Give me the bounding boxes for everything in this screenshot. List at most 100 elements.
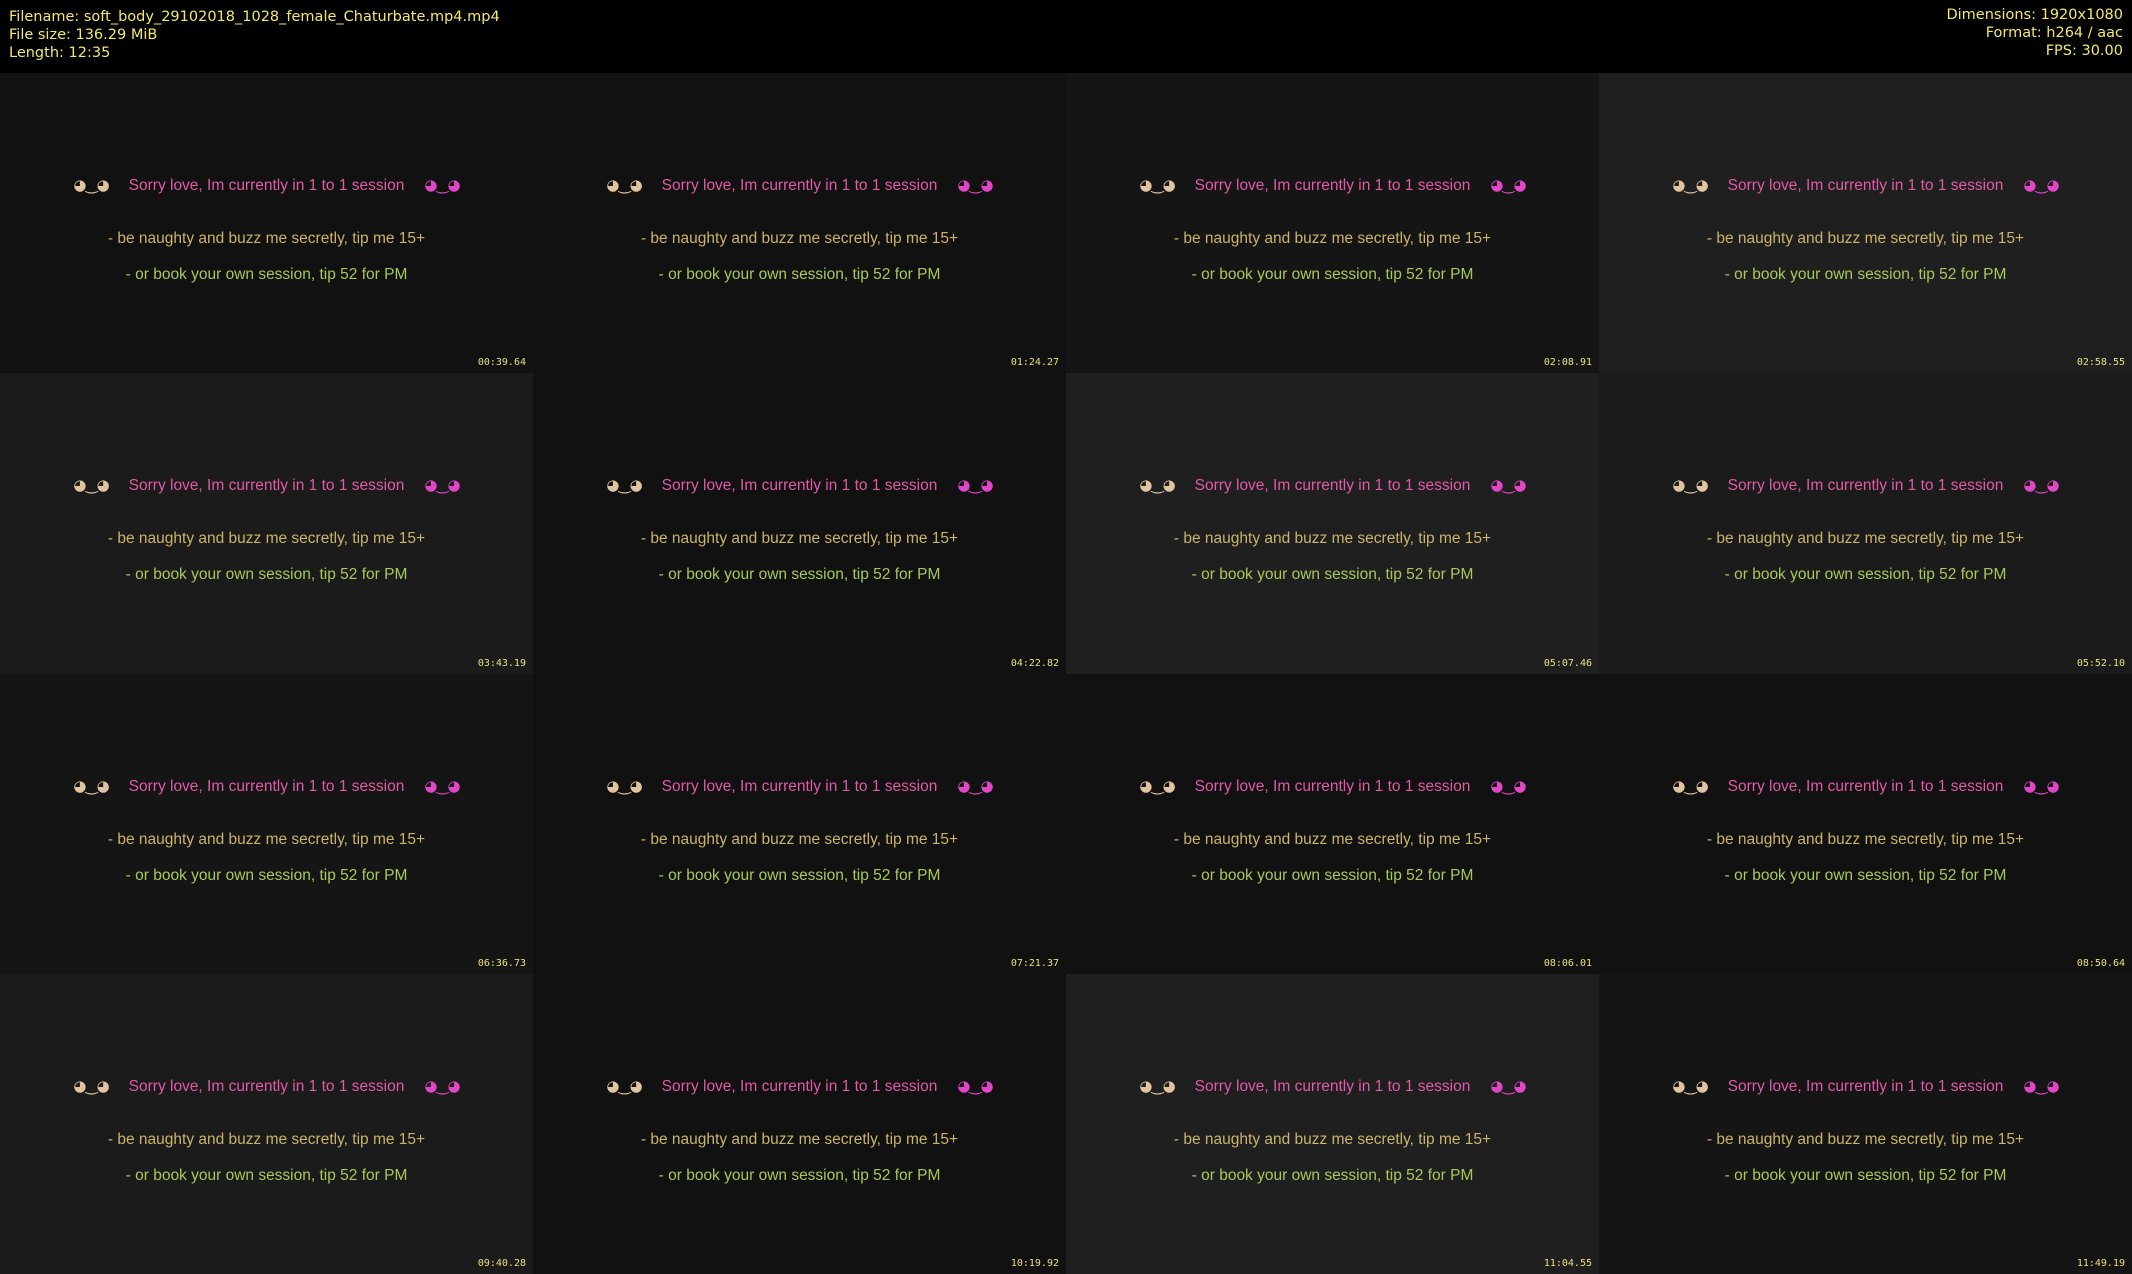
smiley-face-icon: ◕‿◕ <box>1490 1076 1526 1095</box>
thumbnail-frame[interactable]: ◕‿◕ Sorry love, Im currently in 1 to 1 se… <box>1599 973 2132 1274</box>
thumbnail-frame[interactable]: ◕‿◕ Sorry love, Im currently in 1 to 1 se… <box>1066 673 1599 974</box>
overlay-title: Sorry love, Im currently in 1 to 1 sessi… <box>1727 1077 2004 1095</box>
frame-timestamp: 05:07.46 <box>1543 657 1592 669</box>
overlay-title-row: ◕‿◕ Sorry love, Im currently in 1 to 1 se… <box>0 476 533 495</box>
thumbnail-frame[interactable]: ◕‿◕ Sorry love, Im currently in 1 to 1 se… <box>1066 973 1599 1274</box>
smiley-face-icon: ◕‿◕ <box>424 476 460 495</box>
overlay-title: Sorry love, Im currently in 1 to 1 sessi… <box>128 177 405 194</box>
frame-timestamp: 08:06.01 <box>1543 957 1592 969</box>
thumbnail-frame[interactable]: ◕‿◕ Sorry love, Im currently in 1 to 1 se… <box>1599 373 2132 674</box>
overlay-pm-line: - or book your own session, tip 52 for P… <box>658 866 941 884</box>
dimensions-text: Dimensions: 1920x1080 <box>1946 7 2123 23</box>
smiley-face-icon: ◕‿◕ <box>1672 176 1708 194</box>
overlay-title: Sorry love, Im currently in 1 to 1 sessi… <box>128 1077 405 1095</box>
overlay-tip-line: - be naughty and buzz me secretly, tip m… <box>1173 830 1492 848</box>
frame-timestamp: 04:22.82 <box>1010 657 1059 669</box>
overlay-title: Sorry love, Im currently in 1 to 1 sessi… <box>1194 177 1471 194</box>
overlay-pm-line: - or book your own session, tip 52 for P… <box>1191 566 1474 584</box>
overlay-title: Sorry love, Im currently in 1 to 1 sessi… <box>1194 477 1471 495</box>
stream-info: Dimensions: 1920x1080 Format: h264 / aac… <box>1946 6 2123 60</box>
thumbnail-frame[interactable]: ◕‿◕ Sorry love, Im currently in 1 to 1 se… <box>533 73 1066 374</box>
smiley-face-icon: ◕‿◕ <box>957 776 993 795</box>
overlay-pm-line: - or book your own session, tip 52 for P… <box>1724 866 2007 884</box>
overlay-tip-line: - be naughty and buzz me secretly, tip m… <box>1173 230 1492 247</box>
overlay-title-row: ◕‿◕ Sorry love, Im currently in 1 to 1 se… <box>1066 777 1599 796</box>
smiley-face-icon: ◕‿◕ <box>606 1076 642 1095</box>
frame-timestamp: 06:36.73 <box>477 957 526 969</box>
frame-timestamp: 02:58.55 <box>2076 357 2125 369</box>
fps-text: FPS: 30.00 <box>2045 43 2123 59</box>
thumbnail-frame[interactable]: ◕‿◕ Sorry love, Im currently in 1 to 1 se… <box>1599 73 2132 374</box>
thumbnail-frame[interactable]: ◕‿◕ Sorry love, Im currently in 1 to 1 se… <box>0 673 533 974</box>
overlay-title: Sorry love, Im currently in 1 to 1 sessi… <box>1727 777 2004 795</box>
overlay-pm-line: - or book your own session, tip 52 for P… <box>125 866 408 884</box>
overlay-tip-line: - be naughty and buzz me secretly, tip m… <box>107 830 426 848</box>
frame-timestamp: 10:19.92 <box>1010 1258 1059 1269</box>
smiley-face-icon: ◕‿◕ <box>957 1076 993 1095</box>
smiley-face-icon: ◕‿◕ <box>1490 476 1526 495</box>
smiley-face-icon: ◕‿◕ <box>957 476 993 495</box>
overlay-title-row: ◕‿◕ Sorry love, Im currently in 1 to 1 se… <box>533 1077 1066 1096</box>
overlay-title: Sorry love, Im currently in 1 to 1 sessi… <box>1194 777 1471 795</box>
thumbnail-frame[interactable]: ◕‿◕ Sorry love, Im currently in 1 to 1 se… <box>0 373 533 674</box>
overlay-title-row: ◕‿◕ Sorry love, Im currently in 1 to 1 se… <box>0 1077 533 1096</box>
smiley-face-icon: ◕‿◕ <box>2023 176 2059 194</box>
frame-timestamp: 00:39.64 <box>477 357 526 369</box>
thumbnail-frame[interactable]: ◕‿◕ Sorry love, Im currently in 1 to 1 se… <box>1066 73 1599 374</box>
smiley-face-icon: ◕‿◕ <box>1672 1076 1708 1095</box>
overlay-pm-line: - or book your own session, tip 52 for P… <box>1724 1166 2007 1184</box>
thumbnail-frame[interactable]: ◕‿◕ Sorry love, Im currently in 1 to 1 se… <box>1599 673 2132 974</box>
contact-sheet: Filename: soft_body_29102018_1028_female… <box>0 0 2132 1274</box>
smiley-face-icon: ◕‿◕ <box>606 476 642 495</box>
frame-timestamp: 03:43.19 <box>477 657 526 669</box>
filename-text: Filename: soft_body_29102018_1028_female… <box>9 9 500 25</box>
smiley-face-icon: ◕‿◕ <box>1490 176 1526 194</box>
overlay-tip-line: - be naughty and buzz me secretly, tip m… <box>107 530 426 548</box>
thumbnail-frame[interactable]: ◕‿◕ Sorry love, Im currently in 1 to 1 se… <box>533 673 1066 974</box>
overlay-pm-line: - or book your own session, tip 52 for P… <box>125 566 408 584</box>
smiley-face-icon: ◕‿◕ <box>606 776 642 795</box>
smiley-face-icon: ◕‿◕ <box>1139 1076 1175 1095</box>
overlay-pm-line: - or book your own session, tip 52 for P… <box>658 266 941 283</box>
overlay-tip-line: - be naughty and buzz me secretly, tip m… <box>1706 530 2025 548</box>
frame-timestamp: 01:24.27 <box>1010 357 1059 369</box>
frame-timestamp: 11:49.19 <box>2076 1258 2125 1269</box>
smiley-face-icon: ◕‿◕ <box>2023 1076 2059 1095</box>
overlay-pm-line: - or book your own session, tip 52 for P… <box>1191 866 1474 884</box>
filesize-text: File size: 136.29 MiB <box>9 27 158 43</box>
overlay-pm-line: - or book your own session, tip 52 for P… <box>1724 566 2007 584</box>
overlay-title-row: ◕‿◕ Sorry love, Im currently in 1 to 1 se… <box>1066 476 1599 495</box>
smiley-face-icon: ◕‿◕ <box>957 176 993 194</box>
overlay-title: Sorry love, Im currently in 1 to 1 sessi… <box>128 477 405 495</box>
overlay-tip-line: - be naughty and buzz me secretly, tip m… <box>1706 1130 2025 1148</box>
overlay-pm-line: - or book your own session, tip 52 for P… <box>1191 1166 1474 1184</box>
overlay-title-row: ◕‿◕ Sorry love, Im currently in 1 to 1 se… <box>533 176 1066 195</box>
thumbnail-frame[interactable]: ◕‿◕ Sorry love, Im currently in 1 to 1 se… <box>533 373 1066 674</box>
smiley-face-icon: ◕‿◕ <box>73 176 109 194</box>
overlay-title: Sorry love, Im currently in 1 to 1 sessi… <box>661 177 938 194</box>
overlay-title: Sorry love, Im currently in 1 to 1 sessi… <box>661 477 938 495</box>
overlay-title: Sorry love, Im currently in 1 to 1 sessi… <box>1194 1077 1471 1095</box>
smiley-face-icon: ◕‿◕ <box>1139 776 1175 795</box>
smiley-face-icon: ◕‿◕ <box>2023 476 2059 495</box>
frame-timestamp: 09:40.28 <box>477 1258 526 1269</box>
thumbnail-grid: ◕‿◕ Sorry love, Im currently in 1 to 1 se… <box>0 73 2132 1274</box>
overlay-title-row: ◕‿◕ Sorry love, Im currently in 1 to 1 se… <box>1599 777 2132 796</box>
overlay-pm-line: - or book your own session, tip 52 for P… <box>125 266 408 283</box>
thumbnail-frame[interactable]: ◕‿◕ Sorry love, Im currently in 1 to 1 se… <box>0 973 533 1274</box>
overlay-title: Sorry love, Im currently in 1 to 1 sessi… <box>1727 477 2004 495</box>
overlay-title-row: ◕‿◕ Sorry love, Im currently in 1 to 1 se… <box>1599 1077 2132 1096</box>
thumbnail-frame[interactable]: ◕‿◕ Sorry love, Im currently in 1 to 1 se… <box>0 73 533 374</box>
overlay-pm-line: - or book your own session, tip 52 for P… <box>1191 266 1474 283</box>
smiley-face-icon: ◕‿◕ <box>2023 776 2059 795</box>
frame-timestamp: 07:21.37 <box>1010 957 1059 969</box>
overlay-pm-line: - or book your own session, tip 52 for P… <box>658 1166 941 1184</box>
overlay-tip-line: - be naughty and buzz me secretly, tip m… <box>1706 830 2025 848</box>
thumbnail-frame[interactable]: ◕‿◕ Sorry love, Im currently in 1 to 1 se… <box>1066 373 1599 674</box>
frame-timestamp: 08:50.64 <box>2076 957 2125 969</box>
thumbnail-frame[interactable]: ◕‿◕ Sorry love, Im currently in 1 to 1 se… <box>533 973 1066 1274</box>
smiley-face-icon: ◕‿◕ <box>73 476 109 495</box>
overlay-title: Sorry love, Im currently in 1 to 1 sessi… <box>661 1077 938 1095</box>
info-header: Filename: soft_body_29102018_1028_female… <box>0 0 2132 73</box>
overlay-title-row: ◕‿◕ Sorry love, Im currently in 1 to 1 se… <box>1599 176 2132 195</box>
